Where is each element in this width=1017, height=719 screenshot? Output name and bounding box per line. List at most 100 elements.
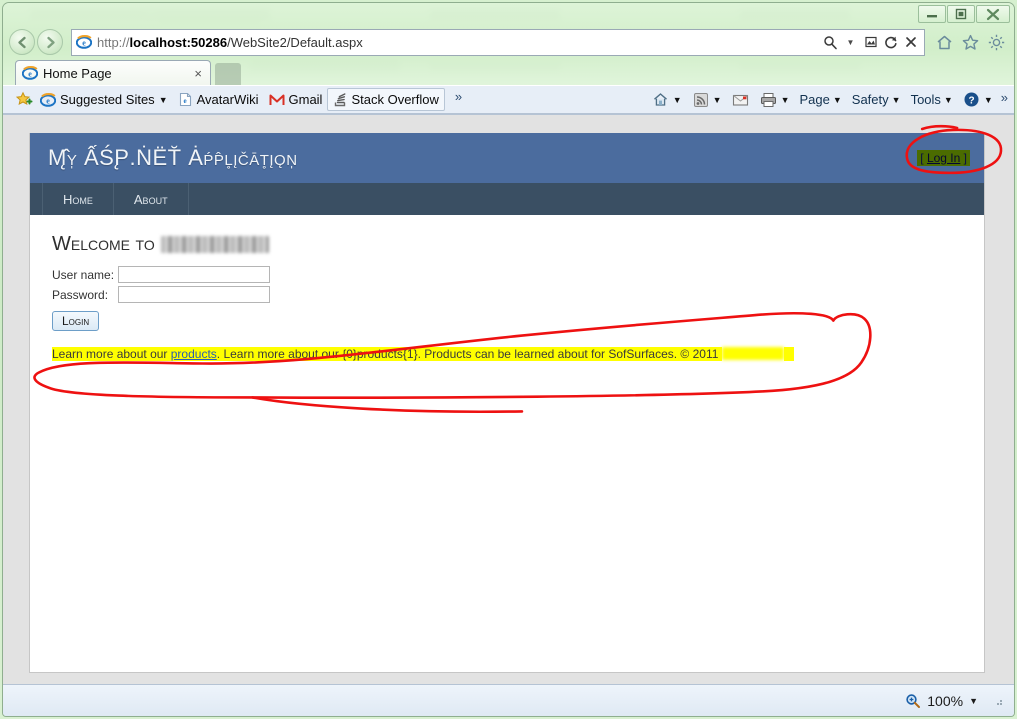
- redacted-copyright-holder: [721, 347, 784, 360]
- svg-text:e: e: [46, 96, 50, 105]
- stop-icon[interactable]: [902, 34, 919, 51]
- ie-favicon-icon: e: [76, 34, 92, 49]
- svg-text:e: e: [82, 39, 86, 48]
- page-icon: e: [179, 92, 191, 107]
- url-text: http://localhost:50286/WebSite2/Default.…: [97, 35, 822, 50]
- svg-text:?: ?: [969, 95, 975, 106]
- add-favorites-icon[interactable]: [11, 88, 35, 111]
- username-label: User name:: [52, 267, 115, 282]
- zoom-level: 100%: [927, 692, 964, 709]
- footer-note: Learn more about our products. Learn mor…: [52, 347, 962, 361]
- favorite-gmail[interactable]: Gmail: [264, 89, 328, 110]
- minimize-button[interactable]: [918, 5, 946, 23]
- command-bar-items: ▼ ▼ ▼ Page ▼ Safety ▼ Tools ▼ ? ▼ »: [648, 89, 1014, 111]
- chevron-down-icon[interactable]: ▼: [833, 95, 842, 105]
- site-navigation: Home About: [30, 183, 984, 215]
- chevron-down-icon[interactable]: ▼: [713, 95, 722, 105]
- footer-highlight-tail: [783, 347, 794, 361]
- chevron-down-icon[interactable]: ▼: [984, 95, 993, 105]
- command-help[interactable]: ? ▼: [959, 89, 997, 111]
- page-title: M̨̂y̩ ẤŚP̨.ṄËT̆ Ȧṕp̂l̥įčāt̥įǫn…: [48, 145, 298, 170]
- chevron-down-icon[interactable]: ▼: [159, 95, 168, 105]
- url-path: /WebSite2/Default.aspx: [227, 34, 363, 50]
- browser-window: e http://localhost:50286/WebSite2/Defaul…: [2, 2, 1015, 717]
- gmail-icon: [269, 94, 284, 105]
- favorite-suggested-sites[interactable]: e Suggested Sites ▼: [35, 89, 173, 111]
- welcome-heading-text: Welcome to: [52, 233, 155, 255]
- password-label: Password:: [52, 287, 109, 302]
- password-row: Password:: [52, 286, 962, 303]
- command-label: Safety: [851, 92, 889, 107]
- address-bar[interactable]: e http://localhost:50286/WebSite2/Defaul…: [71, 28, 925, 56]
- refresh-icon[interactable]: [882, 34, 899, 51]
- back-button[interactable]: [9, 29, 35, 55]
- command-tools[interactable]: Tools ▼: [907, 90, 957, 109]
- close-button[interactable]: [976, 5, 1010, 23]
- close-icon[interactable]: ×: [190, 66, 206, 81]
- products-link[interactable]: products: [170, 347, 217, 361]
- favorite-avatarwiki[interactable]: e AvatarWiki: [173, 89, 264, 110]
- command-safety[interactable]: Safety ▼: [848, 90, 905, 109]
- login-link[interactable]: Log In: [927, 151, 960, 165]
- aspnet-site: M̨̂y̩ ẤŚP̨.ṄËT̆ Ȧṕp̂l̥įčāt̥įǫn…: [29, 133, 985, 673]
- favorites-star-icon[interactable]: [960, 32, 980, 52]
- chevron-down-icon[interactable]: ▼: [673, 95, 682, 105]
- page-viewport: M̨̂y̩ ẤŚP̨.ṄËT̆ Ȧṕp̂l̥įčāt̥įǫn…: [3, 114, 1014, 684]
- command-label: Tools: [910, 92, 941, 107]
- command-print[interactable]: ▼: [756, 89, 794, 111]
- svg-text:e: e: [28, 70, 32, 79]
- title-bar[interactable]: [3, 3, 1014, 25]
- search-icon[interactable]: [822, 34, 839, 51]
- tab-bar: e Home Page ×: [3, 59, 1014, 85]
- compatibility-view-icon[interactable]: [862, 34, 879, 51]
- tab-home-page[interactable]: e Home Page ×: [15, 60, 211, 85]
- footer-after-link: . Learn more about our {0}products{1}. P…: [216, 347, 722, 361]
- chevron-down-icon[interactable]: ▼: [781, 95, 790, 105]
- login-status: [ Log In ]: [917, 150, 970, 166]
- window-controls: [917, 5, 1010, 23]
- address-bar-icons: ▼: [822, 34, 922, 51]
- footer-before-link: Learn more about our: [52, 347, 171, 361]
- chevron-down-icon[interactable]: ▼: [969, 696, 978, 706]
- login-button[interactable]: Login: [52, 311, 100, 331]
- chevron-down-icon[interactable]: ▼: [892, 95, 901, 105]
- favorite-label: Suggested Sites: [60, 92, 155, 107]
- resize-grip[interactable]: [992, 695, 1004, 707]
- welcome-heading: Welcome to: [52, 233, 962, 256]
- favorite-stack-overflow[interactable]: Stack Overflow: [327, 88, 445, 111]
- favorite-label: Stack Overflow: [351, 92, 439, 107]
- home-icon[interactable]: [934, 32, 954, 52]
- command-read-mail[interactable]: [728, 89, 754, 111]
- help-icon: ?: [963, 91, 981, 109]
- favorite-label: AvatarWiki: [196, 92, 259, 107]
- rss-feed-icon: [692, 91, 710, 109]
- favorites-bar: e Suggested Sites ▼ e AvatarWiki Gmail S…: [3, 88, 466, 111]
- chevron-down-icon[interactable]: ▼: [842, 34, 859, 51]
- username-input[interactable]: [118, 266, 270, 283]
- url-host: localhost:50286: [129, 34, 228, 50]
- zoom-control[interactable]: 100% ▼: [905, 693, 978, 709]
- forward-button[interactable]: [37, 29, 63, 55]
- username-row: User name:: [52, 266, 962, 283]
- command-page[interactable]: Page ▼: [795, 90, 845, 109]
- command-feeds[interactable]: ▼: [688, 89, 726, 111]
- tools-gear-icon[interactable]: [986, 32, 1006, 52]
- read-mail-icon: [732, 91, 750, 109]
- nav-item-home[interactable]: Home: [42, 183, 114, 215]
- new-tab-button[interactable]: [215, 63, 241, 85]
- navigation-bar: e http://localhost:50286/WebSite2/Defaul…: [3, 25, 1014, 59]
- command-home[interactable]: ▼: [648, 89, 686, 111]
- login-link-highlight: [ Log In ]: [917, 150, 970, 166]
- command-label: Page: [799, 92, 830, 107]
- maximize-button[interactable]: [947, 5, 975, 23]
- favorites-overflow-chevron[interactable]: »: [455, 88, 462, 104]
- password-input[interactable]: [118, 286, 270, 303]
- stackoverflow-icon: [335, 93, 346, 107]
- browser-toolbar-icons: [929, 32, 1014, 52]
- zoom-magnifier-icon: [906, 693, 921, 708]
- nav-item-about[interactable]: About: [114, 183, 189, 215]
- command-bar-overflow-chevron[interactable]: »: [999, 89, 1010, 105]
- tab-favicon-icon: e: [22, 65, 38, 80]
- ie-icon: e: [40, 92, 56, 107]
- chevron-down-icon[interactable]: ▼: [944, 95, 953, 105]
